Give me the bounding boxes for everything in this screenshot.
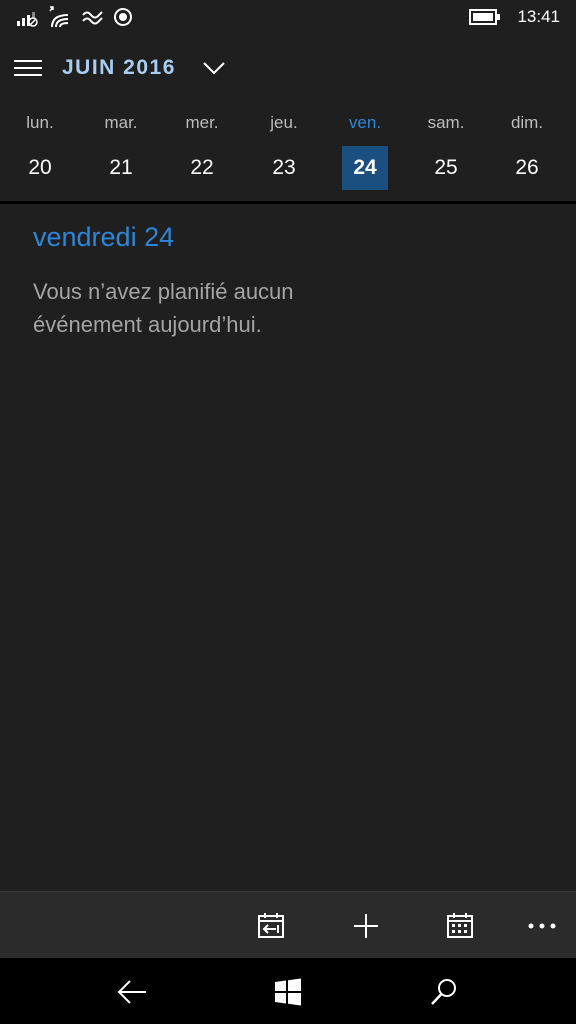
day-number[interactable]: 20 <box>17 146 63 190</box>
day-name: sam. <box>427 113 465 132</box>
nfc-icon <box>82 11 103 25</box>
day-name: mer. <box>185 113 219 132</box>
search-icon <box>431 979 456 1005</box>
today-button[interactable] <box>249 904 293 948</box>
status-icons-left <box>16 4 134 30</box>
menu-button[interactable] <box>12 54 44 82</box>
week-divider <box>0 201 576 204</box>
day-column-tuesday[interactable]: mar. 21 <box>91 110 151 200</box>
agenda-content: vendredi 24 Vous n’avez planifié aucun é… <box>33 222 553 341</box>
navigation-bar <box>0 958 576 1024</box>
day-name: jeu. <box>270 113 298 132</box>
search-button[interactable] <box>422 970 466 1014</box>
hamburger-icon <box>14 60 42 76</box>
day-number[interactable]: 25 <box>423 146 469 190</box>
add-event-button[interactable] <box>344 904 388 948</box>
chevron-down-icon <box>203 62 225 75</box>
day-number[interactable]: 23 <box>261 146 307 190</box>
day-name: dim. <box>510 113 544 132</box>
signal-icon <box>17 12 38 27</box>
day-column-saturday[interactable]: sam. 25 <box>416 110 476 200</box>
status-time: 13:41 <box>517 7 560 26</box>
day-name: lun. <box>26 113 54 132</box>
day-name: mar. <box>104 113 138 132</box>
day-number[interactable]: 26 <box>504 146 550 190</box>
more-icon <box>528 923 556 929</box>
more-options-button[interactable] <box>520 904 564 948</box>
day-number[interactable]: 21 <box>98 146 144 190</box>
day-column-monday[interactable]: lun. 20 <box>10 110 70 200</box>
month-dropdown-button[interactable] <box>200 56 228 80</box>
day-column-sunday[interactable]: dim. 26 <box>497 110 557 200</box>
day-column-thursday[interactable]: jeu. 23 <box>254 110 314 200</box>
week-strip: lun. 20 mar. 21 mer. 22 jeu. 23 ven. 24 … <box>0 110 576 200</box>
calendar-view-button[interactable] <box>438 904 482 948</box>
empty-agenda-message: Vous n’avez planifié aucun événement auj… <box>33 279 294 337</box>
day-column-friday[interactable]: ven. 24 <box>335 110 395 200</box>
back-icon <box>117 980 146 1004</box>
status-icons-right: 13:41 <box>469 4 560 30</box>
windows-start-icon <box>275 978 301 1006</box>
back-button[interactable] <box>110 970 154 1014</box>
start-button[interactable] <box>266 970 310 1014</box>
today-icon <box>258 913 284 938</box>
calendar-view-icon <box>447 913 473 938</box>
date-heading: vendredi 24 <box>33 222 175 252</box>
location-icon <box>114 8 132 26</box>
wifi-icon <box>49 6 69 28</box>
add-icon <box>354 914 378 938</box>
day-number-selected[interactable]: 24 <box>342 146 388 190</box>
app-bar <box>0 891 576 958</box>
day-column-wednesday[interactable]: mer. 22 <box>172 110 232 200</box>
battery-icon <box>469 9 501 25</box>
status-bar: 13:41 <box>0 0 576 34</box>
day-number[interactable]: 22 <box>179 146 225 190</box>
day-name-today: ven. <box>348 113 382 132</box>
month-title[interactable]: JUIN 2016 <box>62 56 176 80</box>
calendar-header: JUIN 2016 <box>0 44 576 92</box>
